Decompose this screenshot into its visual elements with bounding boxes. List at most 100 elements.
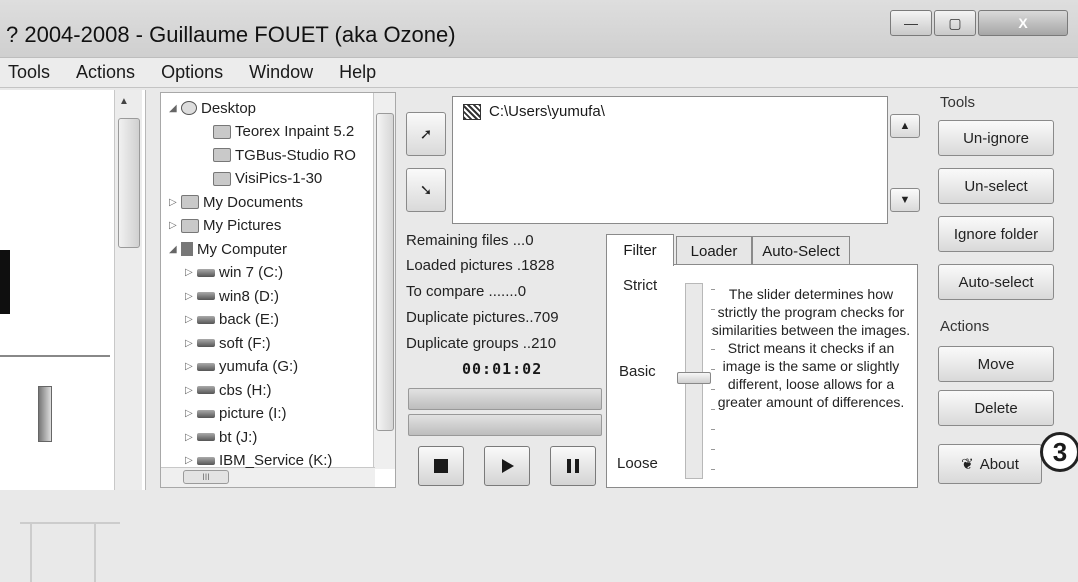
actions-section-label: Actions [940, 318, 990, 335]
drive-icon [197, 268, 215, 277]
tree-expander-icon[interactable]: ▷ [185, 432, 197, 443]
tab-loader[interactable]: Loader [676, 236, 752, 266]
move-button[interactable]: Move [938, 346, 1054, 382]
slider-tick [711, 309, 715, 310]
settings-tabs: Filter Loader Auto-Select Strict Basic L… [606, 234, 918, 490]
menu-help[interactable]: Help [337, 62, 378, 83]
scroll-up-icon[interactable]: ▲ [119, 96, 129, 107]
tree-item[interactable]: ▷ My Pictures [169, 215, 281, 237]
tree-expander-icon[interactable]: ▷ [185, 408, 197, 419]
tree-expander-icon[interactable]: ▷ [185, 314, 197, 325]
path-list[interactable]: C:\Users\yumufa\ [452, 96, 888, 224]
tree-expander-icon[interactable]: ◢ [169, 244, 181, 255]
tree-expander-icon[interactable]: ▷ [185, 291, 197, 302]
path-item[interactable]: C:\Users\yumufa\ [463, 103, 605, 120]
tree-expander-icon[interactable]: ▷ [185, 385, 197, 396]
folder-tree[interactable]: III ◢ Desktop Teorex Inpaint 5.2 TGBus-Stud… [160, 92, 396, 488]
tree-item[interactable]: ◢ Desktop [169, 97, 256, 119]
pause-button[interactable] [550, 446, 596, 486]
slider-description: The slider determines how strictly the p… [711, 286, 911, 410]
tree-item[interactable]: ▷ bt (J:) [185, 426, 257, 448]
tree-expander-icon[interactable]: ▷ [169, 197, 181, 208]
delete-button[interactable]: Delete [938, 390, 1054, 426]
folder-icon [213, 148, 231, 162]
tree-item[interactable]: ▷ cbs (H:) [185, 379, 272, 401]
tree-item[interactable]: ▷ IBM_Service (K:) [185, 450, 332, 472]
stop-button[interactable] [418, 446, 464, 486]
tree-expander-icon[interactable]: ▷ [185, 267, 197, 278]
menu-bar: Tools Actions Options Window Help [0, 58, 1078, 88]
slider-thumb[interactable] [677, 372, 711, 385]
tree-expander-icon[interactable]: ▷ [185, 361, 197, 372]
about-logo-icon: ❦ [961, 456, 974, 473]
minimize-button[interactable]: — [890, 10, 932, 36]
arrow-down-left-icon: ➘ [419, 182, 433, 199]
tree-item[interactable]: VisiPics-1-30 [201, 168, 322, 190]
about-button[interactable]: ❦ About [938, 444, 1042, 484]
drive-icon [197, 456, 215, 465]
menu-tools[interactable]: Tools [6, 62, 52, 83]
move-up-button[interactable]: ▲ [890, 114, 920, 138]
auto-select-button[interactable]: Auto-select [938, 264, 1054, 300]
drive-icon [197, 339, 215, 347]
tab-auto-select[interactable]: Auto-Select [752, 236, 850, 266]
tree-item[interactable]: ◢ My Computer [169, 238, 287, 260]
play-button[interactable] [484, 446, 530, 486]
slider-tick [711, 369, 715, 370]
tree-item-label: bt (J:) [219, 428, 258, 446]
tree-item-label: Teorex Inpaint 5.2 [235, 123, 355, 140]
tree-item-label: yumufa (G:) [219, 358, 299, 375]
tree-expander-icon[interactable]: ▷ [185, 455, 197, 466]
tree-item[interactable]: ▷ My Documents [169, 191, 303, 213]
title-bar: ? 2004-2008 - Guillaume FOUET (aka Ozone… [0, 0, 1078, 58]
tree-item[interactable]: ▷ yumufa (G:) [185, 356, 298, 378]
tree-item[interactable]: Teorex Inpaint 5.2 [201, 121, 354, 143]
tree-expander-icon[interactable]: ▷ [185, 338, 197, 349]
menu-options[interactable]: Options [159, 62, 225, 83]
tree-item[interactable]: ▷ picture (I:) [185, 403, 287, 425]
path-up-button[interactable]: ➚ [406, 112, 446, 156]
menu-window[interactable]: Window [247, 62, 315, 83]
slider-tick [711, 329, 715, 330]
tree-item[interactable]: ▷ soft (F:) [185, 332, 271, 354]
progress-bar [408, 388, 602, 410]
slider-tick [711, 469, 715, 470]
desktop-icon [181, 101, 197, 115]
tree-item-label: picture (I:) [219, 405, 287, 422]
tree-vertical-scrollbar[interactable] [373, 93, 395, 469]
tree-item[interactable]: ▷ win8 (D:) [185, 285, 279, 307]
drive-icon [197, 386, 215, 394]
maximize-button[interactable]: ▢ [934, 10, 976, 36]
tree-item[interactable]: ▷ win 7 (C:) [185, 262, 283, 284]
tree-item-label: win 7 (C:) [219, 264, 284, 281]
move-down-button[interactable]: ▼ [890, 188, 920, 212]
tree-item-label: TGBus-Studio RO [235, 146, 356, 164]
unselect-button[interactable]: Un-select [938, 168, 1054, 204]
tree-expander-icon[interactable]: ▷ [169, 220, 181, 231]
scrollbar-thumb[interactable] [376, 113, 394, 431]
elapsed-timer: 00:01:02 [462, 360, 543, 378]
menu-actions[interactable]: Actions [74, 62, 137, 83]
tree-item-label: VisiPics-1-30 [235, 170, 323, 187]
slider-tick [711, 349, 715, 350]
drive-icon [197, 292, 215, 300]
folder-icon [213, 171, 231, 186]
tree-item-label: My Documents [203, 193, 304, 211]
path-down-button[interactable]: ➘ [406, 168, 446, 212]
tree-item[interactable]: TGBus-Studio RO [201, 144, 356, 166]
triangle-up-icon: ▲ [899, 120, 911, 132]
slider-tick [711, 429, 715, 430]
tab-filter[interactable]: Filter [606, 234, 674, 266]
ignore-folder-button[interactable]: Ignore folder [938, 216, 1054, 252]
preview-scrollbar[interactable]: ▲ [114, 90, 142, 490]
unignore-button[interactable]: Un-ignore [938, 120, 1054, 156]
folder-icon [463, 103, 481, 120]
tree-expander-icon[interactable]: ◢ [169, 103, 181, 114]
scrollbar-thumb[interactable] [118, 118, 140, 248]
folder-icon [181, 218, 199, 233]
triangle-down-icon: ▼ [899, 194, 911, 206]
tree-item[interactable]: ▷ back (E:) [185, 309, 279, 331]
slider-tick [711, 289, 715, 290]
scrollbar-thumb[interactable]: III [183, 470, 229, 484]
close-button[interactable]: X [978, 10, 1068, 36]
